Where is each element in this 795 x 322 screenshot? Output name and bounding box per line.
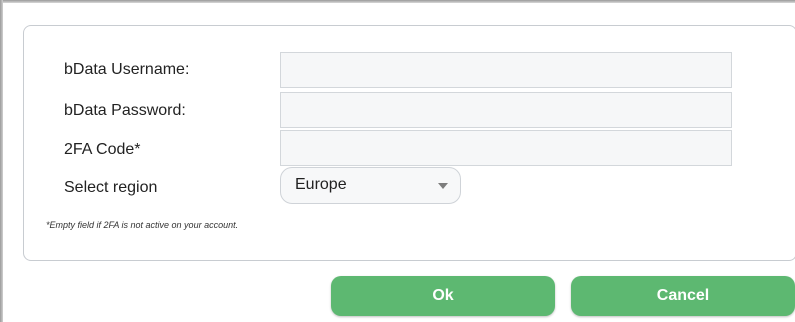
region-select[interactable]: Europe: [280, 167, 461, 204]
ok-button[interactable]: Ok: [331, 276, 555, 316]
password-input[interactable]: [280, 92, 732, 128]
twofa-code-input[interactable]: [280, 130, 732, 166]
region-select-value: Europe: [295, 176, 347, 193]
twofa-label: 2FA Code*: [64, 141, 141, 158]
password-label: bData Password:: [64, 102, 186, 119]
twofa-note: *Empty field if 2FA is not active on you…: [46, 220, 239, 230]
caret-down-icon: [438, 183, 448, 189]
credentials-panel: bData Username: bData Password: 2FA Code…: [23, 25, 795, 261]
cancel-button[interactable]: Cancel: [571, 276, 795, 316]
username-input[interactable]: [280, 52, 732, 88]
username-label: bData Username:: [64, 61, 190, 78]
login-dialog: bData Username: bData Password: 2FA Code…: [3, 3, 795, 322]
region-label: Select region: [64, 179, 158, 196]
